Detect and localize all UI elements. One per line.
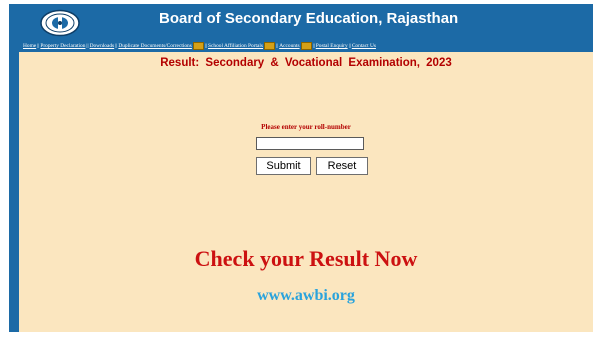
reset-button[interactable]: Reset bbox=[316, 157, 368, 175]
nav-link-postal-enquiry[interactable]: Postal Enquiry bbox=[316, 43, 348, 49]
top-nav-bar: Home||Property Declaration||Downloads||D… bbox=[23, 41, 593, 51]
nav-link-duplicate-documents-corrections[interactable]: Duplicate Documents/Corrections bbox=[118, 43, 192, 49]
site-title: Board of Secondary Education, Rajasthan bbox=[159, 10, 459, 27]
site-header: Board of Secondary Education, Rajasthan bbox=[9, 4, 593, 40]
nav-link-property-declaration[interactable]: Property Declaration bbox=[40, 43, 85, 49]
nav-separator: || bbox=[86, 43, 89, 49]
nav-link-school-affiliation-portals[interactable]: School Affiliation Portals bbox=[208, 43, 263, 49]
nav-link-home[interactable]: Home bbox=[23, 43, 36, 49]
nav-separator: || bbox=[276, 43, 279, 49]
nav-separator: || bbox=[348, 43, 351, 49]
roll-number-input[interactable] bbox=[256, 137, 364, 150]
nav-separator: || bbox=[204, 43, 208, 49]
page-frame: Board of Secondary Education, Rajasthan … bbox=[9, 4, 593, 332]
board-emblem-logo bbox=[40, 9, 80, 37]
new-badge-icon bbox=[264, 41, 276, 50]
nav-link-accounts[interactable]: Accounts bbox=[279, 43, 299, 49]
content-panel: Result: Secondary & Vocational Examinati… bbox=[19, 52, 593, 332]
site-url-text: www.awbi.org bbox=[257, 287, 355, 304]
nav-separator: || bbox=[312, 43, 315, 49]
new-badge-icon bbox=[300, 41, 312, 50]
nav-link-contact-us[interactable]: Contact Us bbox=[352, 43, 376, 49]
submit-button[interactable]: Submit bbox=[256, 157, 311, 175]
result-title: Result: Secondary & Vocational Examinati… bbox=[160, 57, 452, 69]
new-badge-icon bbox=[192, 41, 204, 50]
nav-separator: || bbox=[115, 43, 118, 49]
nav-link-downloads[interactable]: Downloads bbox=[90, 43, 115, 49]
check-result-heading: Check your Result Now bbox=[194, 246, 418, 271]
roll-number-prompt: Please enter your roll-number bbox=[261, 123, 351, 131]
